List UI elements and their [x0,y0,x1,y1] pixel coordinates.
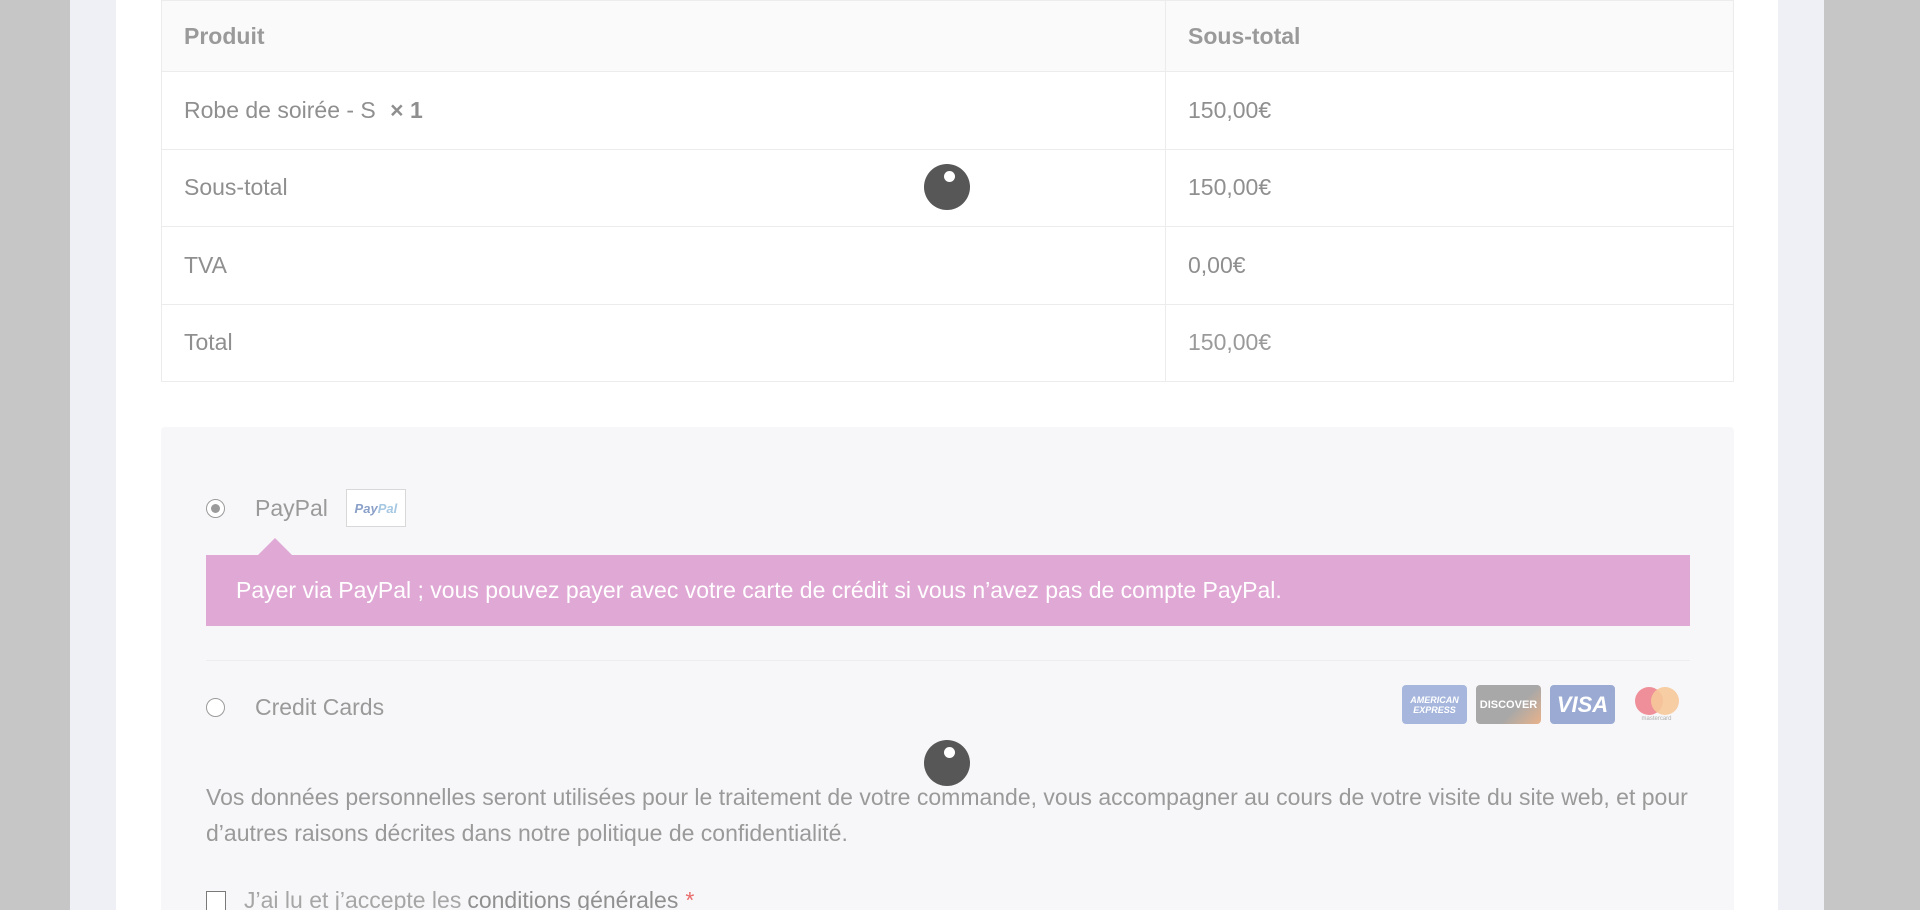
visa-icon: VISA [1550,685,1615,724]
payment-methods-box: PayPal Pay Pal Payer via PayPal ; vous po… [161,427,1734,910]
payment-method-credit-cards[interactable]: Credit Cards [206,694,384,721]
credit-cards-label[interactable]: Credit Cards [255,694,384,721]
tax-label: TVA [161,226,1166,305]
table-row: Robe de soirée - S × 1 150,00€ [161,71,1734,150]
product-cell: Robe de soirée - S × 1 [161,71,1166,150]
tax-value: 0,00€ [1165,226,1734,305]
table-row: TVA 0,00€ [161,226,1734,305]
product-name: Robe de soirée - S [184,96,376,123]
payment-method-paypal[interactable]: PayPal Pay Pal [206,489,406,527]
paypal-label[interactable]: PayPal [255,495,328,522]
mastercard-text: mastercard [1641,716,1672,722]
mastercard-icon: mastercard [1624,685,1689,724]
divider [206,660,1690,661]
total-value: 150,00€ [1165,303,1734,382]
subtotal-value: 150,00€ [1165,148,1734,227]
table-row: Total 150,00€ [161,303,1734,382]
loading-spinner-icon [924,740,970,786]
credit-cards-radio[interactable] [206,698,225,717]
loading-spinner-icon [924,164,970,210]
terms-checkbox[interactable] [206,890,226,910]
total-label: Total [161,303,1166,382]
amex-icon: AMERICAN EXPRESS [1402,685,1467,724]
paypal-description: Payer via PayPal ; vous pouvez payer ave… [206,538,1690,626]
table-header-row: Produit Sous-total [161,0,1734,72]
terms-prefix: J’ai lu et j’accepte les [244,887,462,910]
product-column-header: Produit [161,0,1166,72]
required-mark: * [685,887,695,910]
privacy-notice: Vos données personnelles seront utilisée… [206,784,1688,846]
product-price: 150,00€ [1165,71,1734,150]
terms-link[interactable]: conditions générales [467,887,678,910]
paypal-description-text: Payer via PayPal ; vous pouvez payer ave… [236,577,1282,603]
product-quantity: × 1 [390,96,423,123]
card-brand-icons: AMERICAN EXPRESS DISCOVER VISA mastercar… [1402,685,1689,724]
terms-acceptance[interactable]: J’ai lu et j’accepte les conditions géné… [206,887,694,910]
subtotal-label: Sous-total [161,148,1166,227]
mastercard-circles [1634,687,1679,715]
paypal-radio[interactable] [206,498,225,518]
subtotal-column-header: Sous-total [1165,0,1734,72]
paypal-logo-icon: Pay Pal [345,489,406,527]
discover-icon: DISCOVER [1476,685,1541,724]
